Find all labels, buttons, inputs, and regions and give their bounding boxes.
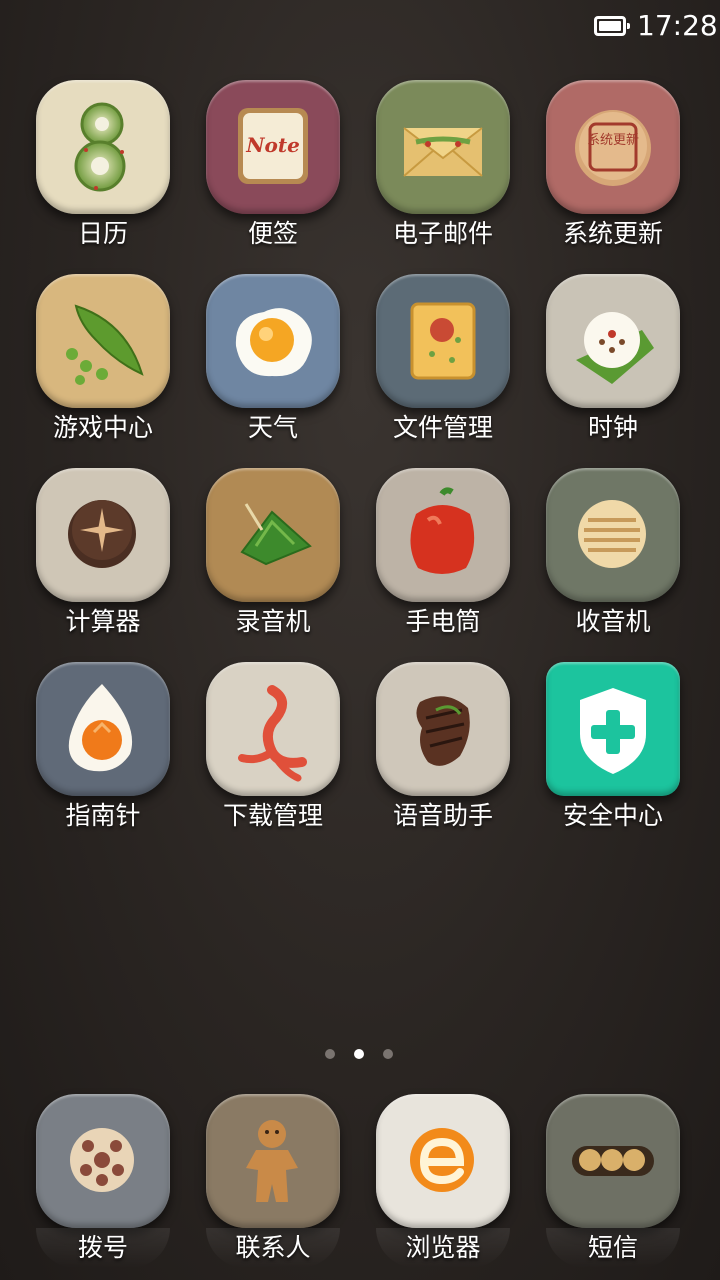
app-recorder[interactable]: 录音机 bbox=[188, 468, 358, 638]
system-update-icon: 系统更新 bbox=[546, 80, 680, 214]
app-flashlight[interactable]: 手电筒 bbox=[358, 468, 528, 638]
update-stamp-text: 系统更新 bbox=[587, 132, 639, 148]
app-label: 电子邮件 bbox=[392, 219, 493, 248]
app-compass[interactable]: 指南针 bbox=[18, 662, 188, 832]
flashlight-icon bbox=[376, 468, 510, 602]
app-label: 录音机 bbox=[235, 607, 311, 636]
app-radio[interactable]: 收音机 bbox=[528, 468, 698, 638]
page-dot[interactable] bbox=[325, 1049, 335, 1059]
app-voice-assistant[interactable]: 语音助手 bbox=[358, 662, 528, 832]
app-label: 下载管理 bbox=[222, 801, 323, 830]
app-security-center[interactable]: 安全中心 bbox=[528, 662, 698, 832]
page-dot-active[interactable] bbox=[354, 1049, 364, 1059]
app-label: 系统更新 bbox=[562, 219, 663, 248]
battery-full-icon bbox=[594, 16, 630, 36]
calendar-icon bbox=[36, 80, 170, 214]
app-file-manager[interactable]: 文件管理 bbox=[358, 274, 528, 444]
app-label: 游戏中心 bbox=[52, 413, 153, 442]
app-label: 计算器 bbox=[65, 607, 141, 636]
app-email[interactable]: 电子邮件 bbox=[358, 80, 528, 250]
calculator-icon bbox=[36, 468, 170, 602]
compass-icon bbox=[36, 662, 170, 796]
voice-assistant-icon bbox=[376, 662, 510, 796]
app-label: 天气 bbox=[247, 413, 298, 442]
contacts-icon bbox=[206, 1094, 340, 1228]
browser-icon bbox=[376, 1094, 510, 1228]
page-indicator bbox=[0, 1049, 720, 1061]
security-center-icon bbox=[546, 662, 680, 796]
clock-icon bbox=[546, 274, 680, 408]
game-center-icon bbox=[36, 274, 170, 408]
app-label: 拨号 bbox=[77, 1233, 128, 1262]
recorder-icon bbox=[206, 468, 340, 602]
weather-icon bbox=[206, 274, 340, 408]
app-label: 文件管理 bbox=[392, 413, 493, 442]
app-label: 手电筒 bbox=[405, 607, 481, 636]
note-icon-text: Note bbox=[245, 133, 300, 157]
app-calendar[interactable]: 日历 bbox=[18, 80, 188, 250]
app-clock[interactable]: 时钟 bbox=[528, 274, 698, 444]
page-dot[interactable] bbox=[383, 1049, 393, 1059]
app-label: 指南针 bbox=[65, 801, 141, 830]
dock-messages[interactable]: 短信 bbox=[528, 1094, 698, 1268]
email-icon bbox=[376, 80, 510, 214]
download-manager-icon bbox=[206, 662, 340, 796]
dock-browser[interactable]: 浏览器 bbox=[358, 1094, 528, 1268]
app-label: 语音助手 bbox=[392, 801, 493, 830]
messages-icon bbox=[546, 1094, 680, 1228]
app-note[interactable]: Note 便签 bbox=[188, 80, 358, 250]
status-bar: 17:28 bbox=[0, 0, 720, 52]
dock-contacts[interactable]: 联系人 bbox=[188, 1094, 358, 1268]
radio-icon bbox=[546, 468, 680, 602]
status-time: 17:28 bbox=[637, 9, 718, 42]
dock-phone[interactable]: 拨号 bbox=[18, 1094, 188, 1268]
app-weather[interactable]: 天气 bbox=[188, 274, 358, 444]
phone-icon bbox=[36, 1094, 170, 1228]
app-download-manager[interactable]: 下载管理 bbox=[188, 662, 358, 832]
note-icon: Note bbox=[206, 80, 340, 214]
app-label: 收音机 bbox=[575, 607, 651, 636]
app-label: 安全中心 bbox=[562, 801, 663, 830]
app-label: 日历 bbox=[77, 219, 128, 248]
app-calculator[interactable]: 计算器 bbox=[18, 468, 188, 638]
app-game-center[interactable]: 游戏中心 bbox=[18, 274, 188, 444]
app-label: 浏览器 bbox=[405, 1233, 481, 1262]
app-label: 联系人 bbox=[235, 1233, 311, 1262]
file-manager-icon bbox=[376, 274, 510, 408]
app-label: 便签 bbox=[247, 219, 298, 248]
app-label: 时钟 bbox=[587, 413, 638, 442]
app-label: 短信 bbox=[587, 1233, 638, 1262]
app-system-update[interactable]: 系统更新 系统更新 bbox=[528, 80, 698, 250]
